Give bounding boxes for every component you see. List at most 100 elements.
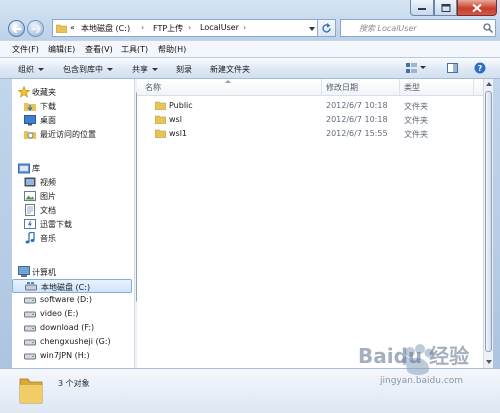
status-item-count: 3 个对象 [58,379,90,388]
nav-item-recent-places[interactable]: 最近访问的位置 [12,127,132,141]
share-button[interactable]: 共享 [132,64,158,75]
nav-item-music[interactable]: 音乐 [12,231,132,245]
music-icon [25,232,35,244]
menu-bar: 文件(F) 编辑(E) 查看(V) 工具(T) 帮助(H) [0,40,500,57]
nav-item-drive-c[interactable]: 本地磁盘 (C:) [12,279,132,293]
maximize-button[interactable] [434,0,457,16]
chevron-down-icon[interactable] [309,27,315,31]
scroll-up-icon[interactable] [486,82,492,86]
search-placeholder: 搜索 LocalUser [359,24,417,33]
menu-tools[interactable]: 工具(T) [121,44,148,55]
breadcrumb-localuser[interactable]: LocalUser [200,23,239,32]
nav-item-documents[interactable]: 文档 [12,203,132,217]
system-drive-icon [25,282,37,291]
nav-item-thunder-downloads[interactable]: 迅雷下载 [12,217,132,231]
nav-item-videos[interactable]: 视频 [12,175,132,189]
navigation-pane: 收藏夹 下载 桌面 最近访问的位置 库 视频 图片 文档 迅雷下载 音乐 计算机 [12,79,134,368]
column-date-modified[interactable]: 修改日期 [326,82,358,93]
column-separator[interactable] [399,79,400,95]
column-separator[interactable] [473,79,474,95]
nav-item-label: video (E:) [40,309,79,318]
minimize-icon [418,7,426,10]
nav-item-label: 图片 [40,192,56,201]
column-separator[interactable] [321,79,322,95]
minimize-button[interactable] [410,0,434,16]
search-icon[interactable] [483,23,493,33]
address-prefix[interactable]: « [70,23,75,32]
include-in-library-button[interactable]: 包含到库中 [63,64,113,75]
column-name[interactable]: 名称 [145,82,161,93]
chevron-down-icon[interactable] [420,66,426,69]
file-date: 2012/6/7 10:18 [326,101,388,110]
nav-item-drive-e[interactable]: video (E:) [12,307,132,321]
nav-item-drive-d[interactable]: software (D:) [12,293,132,307]
search-box[interactable]: 搜索 LocalUser [340,19,496,37]
nav-item-pictures[interactable]: 图片 [12,189,132,203]
download-folder-icon [24,103,36,112]
refresh-button[interactable] [318,19,336,37]
share-label: 共享 [132,65,148,74]
nav-libraries-label: 库 [32,164,40,173]
breadcrumb-ftp-upload[interactable]: FTP上传 [153,23,183,34]
chevron-down-icon [152,68,158,71]
burn-button[interactable]: 刻录 [176,64,192,75]
nav-item-label: 音乐 [40,234,56,243]
nav-favorites[interactable]: 收藏夹 [12,85,132,99]
drive-icon [24,339,36,346]
back-button[interactable] [8,20,25,37]
nav-item-downloads[interactable]: 下载 [12,99,132,113]
nav-item-label: 文档 [40,206,56,215]
recent-places-icon [24,131,36,139]
file-type: 文件夹 [404,130,428,139]
organize-button[interactable]: 组织 [18,64,44,75]
drive-icon [24,353,36,360]
star-icon [18,86,30,98]
nav-item-label: 本地磁盘 (C:) [41,283,91,292]
file-date: 2012/6/7 10:18 [326,115,388,124]
breadcrumb-local-disk[interactable]: 本地磁盘 (C:) [81,23,130,34]
command-bar: 组织 包含到库中 共享 刻录 新建文件夹 ? [0,57,500,79]
menu-file[interactable]: 文件(F) [12,44,39,55]
close-button[interactable] [457,0,497,16]
chevron-down-icon [107,68,113,71]
nav-item-drive-g[interactable]: chengxusheji (G:) [12,335,132,349]
nav-item-desktop[interactable]: 桌面 [12,113,132,127]
file-row[interactable]: wsl 2012/6/7 10:18 文件夹 [145,113,475,126]
breadcrumb-separator-icon[interactable]: › [141,23,144,32]
library-icon [18,163,30,174]
forward-button[interactable] [27,20,44,37]
breadcrumb-separator-icon[interactable]: › [188,23,191,32]
nav-item-label: download (F:) [40,323,95,332]
file-name: wsl [169,115,182,124]
menu-help[interactable]: 帮助(H) [158,44,186,55]
file-row[interactable]: wsl1 2012/6/7 15:55 文件夹 [145,127,475,140]
nav-item-label: software (D:) [40,295,92,304]
address-bar[interactable]: « 本地磁盘 (C:) › FTP上传 › LocalUser › [52,19,318,37]
nav-item-drive-f[interactable]: download (F:) [12,321,132,335]
help-icon[interactable]: ? [474,62,486,74]
nav-item-label: 迅雷下载 [40,220,72,229]
menu-edit[interactable]: 编辑(E) [48,44,75,55]
watermark-brand: Baidu 经验 [358,344,470,368]
preview-pane-icon[interactable] [447,63,458,73]
file-list-pane: 名称 修改日期 类型 Public 2012/6/7 10:18 文件夹 wsl… [137,79,483,368]
nav-computer[interactable]: 计算机 [12,265,132,279]
nav-libraries[interactable]: 库 [12,161,132,175]
nav-item-label: 最近访问的位置 [40,130,96,139]
watermark-url: jingyan.baidu.com [380,376,464,386]
arrow-left-icon [12,24,21,33]
arrow-right-icon [31,24,40,33]
desktop-icon [24,115,36,126]
column-type[interactable]: 类型 [404,82,420,93]
menu-view[interactable]: 查看(V) [85,44,113,55]
organize-label: 组织 [18,65,34,74]
pictures-library-icon [24,191,36,201]
nav-item-drive-h[interactable]: win7JPN (H:) [12,349,132,363]
content-scrollbar[interactable] [483,79,493,368]
view-options-icon[interactable] [406,63,417,73]
new-folder-button[interactable]: 新建文件夹 [210,64,250,75]
breadcrumb-separator-icon[interactable]: › [243,23,246,32]
scrollbar-thumb[interactable] [485,91,492,352]
file-row[interactable]: Public 2012/6/7 10:18 文件夹 [145,99,475,112]
sort-ascending-icon [225,80,231,83]
